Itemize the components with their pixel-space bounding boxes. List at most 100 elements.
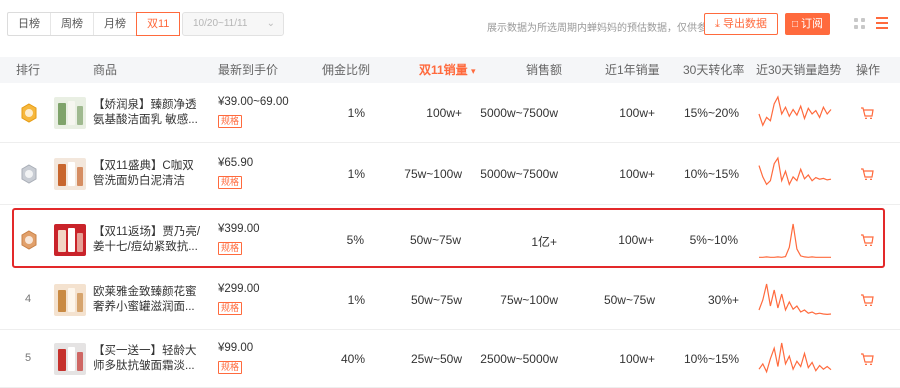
product-thumbnail[interactable]	[54, 343, 86, 375]
product-name[interactable]: 欧莱雅金致臻颜花蜜奢养小蜜罐滋润面...	[93, 285, 205, 315]
sales-revenue: 5000w~7500w	[480, 167, 558, 181]
col-actions: 操作	[856, 63, 881, 77]
grid-view-icon[interactable]	[854, 18, 865, 29]
col-revenue[interactable]: 销售额	[526, 57, 562, 83]
col-rank: 排行	[16, 63, 41, 77]
cart-icon[interactable]	[860, 353, 874, 365]
double11-sales: 100w+	[426, 106, 462, 120]
conversion-rate: 10%~15%	[683, 352, 739, 366]
trend-line	[758, 95, 832, 127]
cart-icon[interactable]	[860, 107, 874, 119]
spec-tag[interactable]: 规格	[218, 302, 243, 315]
conversion-rate: 15%~20%	[683, 106, 739, 120]
commission-rate: 1%	[347, 106, 365, 120]
trend-line	[758, 156, 832, 187]
sales-trend-sparkline	[758, 342, 832, 374]
double11-sales: 75w~100w	[404, 167, 462, 181]
table-row[interactable]: 【双11盛典】C咖双管洗面奶白泥清洁氨... ¥65.90 规格 1% 75w~100w…	[0, 143, 900, 205]
table-row[interactable]: 5 【买一送一】轻龄大师多肽抗皱面霜淡... ¥99.00 规格 40% 25w~50w 2…	[0, 330, 900, 388]
rank-number: 4	[25, 293, 32, 305]
data-disclaimer: 展示数据为所选周期内蝉妈妈的预估数据，仅供参考	[487, 23, 717, 34]
col-conversion[interactable]: 30天转化率	[683, 57, 744, 83]
sales-trend-sparkline	[759, 223, 831, 258]
subscribe-button[interactable]: □ 订阅	[785, 13, 830, 35]
col-commission[interactable]: 佣金比例	[322, 57, 370, 83]
bronze-medal-icon	[21, 230, 37, 250]
spec-tag[interactable]: 规格	[218, 176, 243, 189]
period-tabs: 日榜 周榜 月榜 双11	[7, 12, 181, 36]
sales-trend-sparkline	[758, 156, 832, 187]
sales-revenue: 5000w~7500w	[480, 106, 558, 120]
yearly-sales: 100w+	[619, 352, 655, 366]
subscribe-label: 订阅	[801, 18, 824, 30]
table-row[interactable]: 【双11返场】贾乃亮/姜十七/痘幼紧致抗... ¥399.00 规格 5% 50w~75…	[12, 208, 885, 268]
col-d11-sales[interactable]: 双11销量 ▾	[419, 57, 476, 83]
export-icon: ⤓	[715, 18, 720, 30]
conversion-rate: 10%~15%	[683, 167, 739, 181]
tab-weekly[interactable]: 周榜	[51, 13, 94, 35]
product-name[interactable]: 【娇润泉】臻颜净透氨基酸洁面乳 敏感...	[93, 98, 205, 128]
commission-rate: 5%	[346, 233, 364, 247]
sort-desc-icon: ▾	[471, 66, 476, 76]
product-price: ¥65.90	[218, 157, 254, 169]
trend-line	[758, 342, 832, 374]
bookmark-icon: □	[791, 19, 798, 30]
product-price: ¥399.00	[218, 223, 260, 235]
rank-number: 5	[25, 352, 32, 364]
trend-line	[759, 223, 831, 258]
product-price: ¥39.00~69.00	[218, 96, 289, 108]
spec-tag[interactable]: 规格	[218, 115, 243, 128]
col-year-sales[interactable]: 近1年销量	[605, 57, 660, 83]
yearly-sales: 100w+	[619, 167, 655, 181]
tab-monthly[interactable]: 月榜	[94, 13, 137, 35]
table-header: 排行 商品 最新到手价 佣金比例 双11销量 ▾ 销售额 近1年销量 30天转化…	[0, 57, 900, 83]
chevron-down-icon: ⌄	[266, 18, 275, 29]
cart-icon[interactable]	[860, 168, 874, 180]
table-row[interactable]: 4 欧莱雅金致臻颜花蜜奢养小蜜罐滋润面... ¥299.00 规格 1% 50w~75w 7…	[0, 270, 900, 330]
date-range-picker[interactable]: 10/20~11/11 ⌄	[182, 12, 284, 36]
col-price[interactable]: 最新到手价	[218, 57, 278, 83]
commission-rate: 40%	[340, 352, 365, 366]
product-thumbnail[interactable]	[54, 97, 86, 129]
conversion-rate: 5%~10%	[689, 233, 738, 247]
tab-double11[interactable]: 双11	[136, 12, 181, 36]
conversion-rate: 30%+	[707, 293, 739, 307]
product-thumbnail[interactable]	[54, 158, 86, 190]
commission-rate: 1%	[347, 293, 365, 307]
double11-sales: 25w~50w	[410, 352, 462, 366]
yearly-sales: 50w~75w	[603, 293, 655, 307]
product-thumbnail[interactable]	[54, 284, 86, 316]
silver-medal-icon	[21, 164, 37, 184]
toolbar: 日榜 周榜 月榜 双11 10/20~11/11 ⌄ 展示数据为所选周期内蝉妈妈…	[0, 0, 900, 50]
export-label: 导出数据	[722, 18, 767, 30]
spec-tag[interactable]: 规格	[218, 242, 243, 255]
yearly-sales: 100w+	[618, 233, 654, 247]
tab-daily[interactable]: 日榜	[8, 13, 51, 35]
sales-trend-sparkline	[758, 95, 832, 127]
product-price: ¥299.00	[218, 283, 260, 295]
sales-revenue: 2500w~5000w	[480, 352, 558, 366]
sales-trend-sparkline	[758, 283, 832, 316]
sales-revenue: 75w~100w	[500, 293, 558, 307]
sales-revenue: 1亿+	[531, 235, 557, 249]
commission-rate: 1%	[347, 167, 365, 181]
product-name[interactable]: 【双11盛典】C咖双管洗面奶白泥清洁氨...	[93, 159, 205, 189]
cart-icon[interactable]	[860, 294, 874, 306]
list-view-icon[interactable]	[876, 17, 888, 29]
col-product: 商品	[93, 63, 118, 77]
product-name[interactable]: 【双11返场】贾乃亮/姜十七/痘幼紧致抗...	[93, 225, 205, 255]
table-row[interactable]: 【娇润泉】臻颜净透氨基酸洁面乳 敏感... ¥39.00~69.00 规格 1% 100…	[0, 83, 900, 143]
product-name[interactable]: 【买一送一】轻龄大师多肽抗皱面霜淡...	[93, 344, 205, 374]
gold-medal-icon	[21, 103, 37, 123]
double11-sales: 50w~75w	[409, 233, 461, 247]
export-button[interactable]: ⤓ 导出数据	[704, 13, 778, 35]
product-thumbnail[interactable]	[54, 224, 86, 256]
col-trend: 近30天销量趋势	[756, 63, 842, 77]
spec-tag[interactable]: 规格	[218, 361, 243, 374]
date-range-value: 10/20~11/11	[193, 18, 248, 29]
double11-sales: 50w~75w	[410, 293, 462, 307]
trend-line	[758, 283, 832, 316]
yearly-sales: 100w+	[619, 106, 655, 120]
cart-icon[interactable]	[860, 234, 874, 246]
col-d11-sales-label: 双11销量	[419, 63, 468, 77]
